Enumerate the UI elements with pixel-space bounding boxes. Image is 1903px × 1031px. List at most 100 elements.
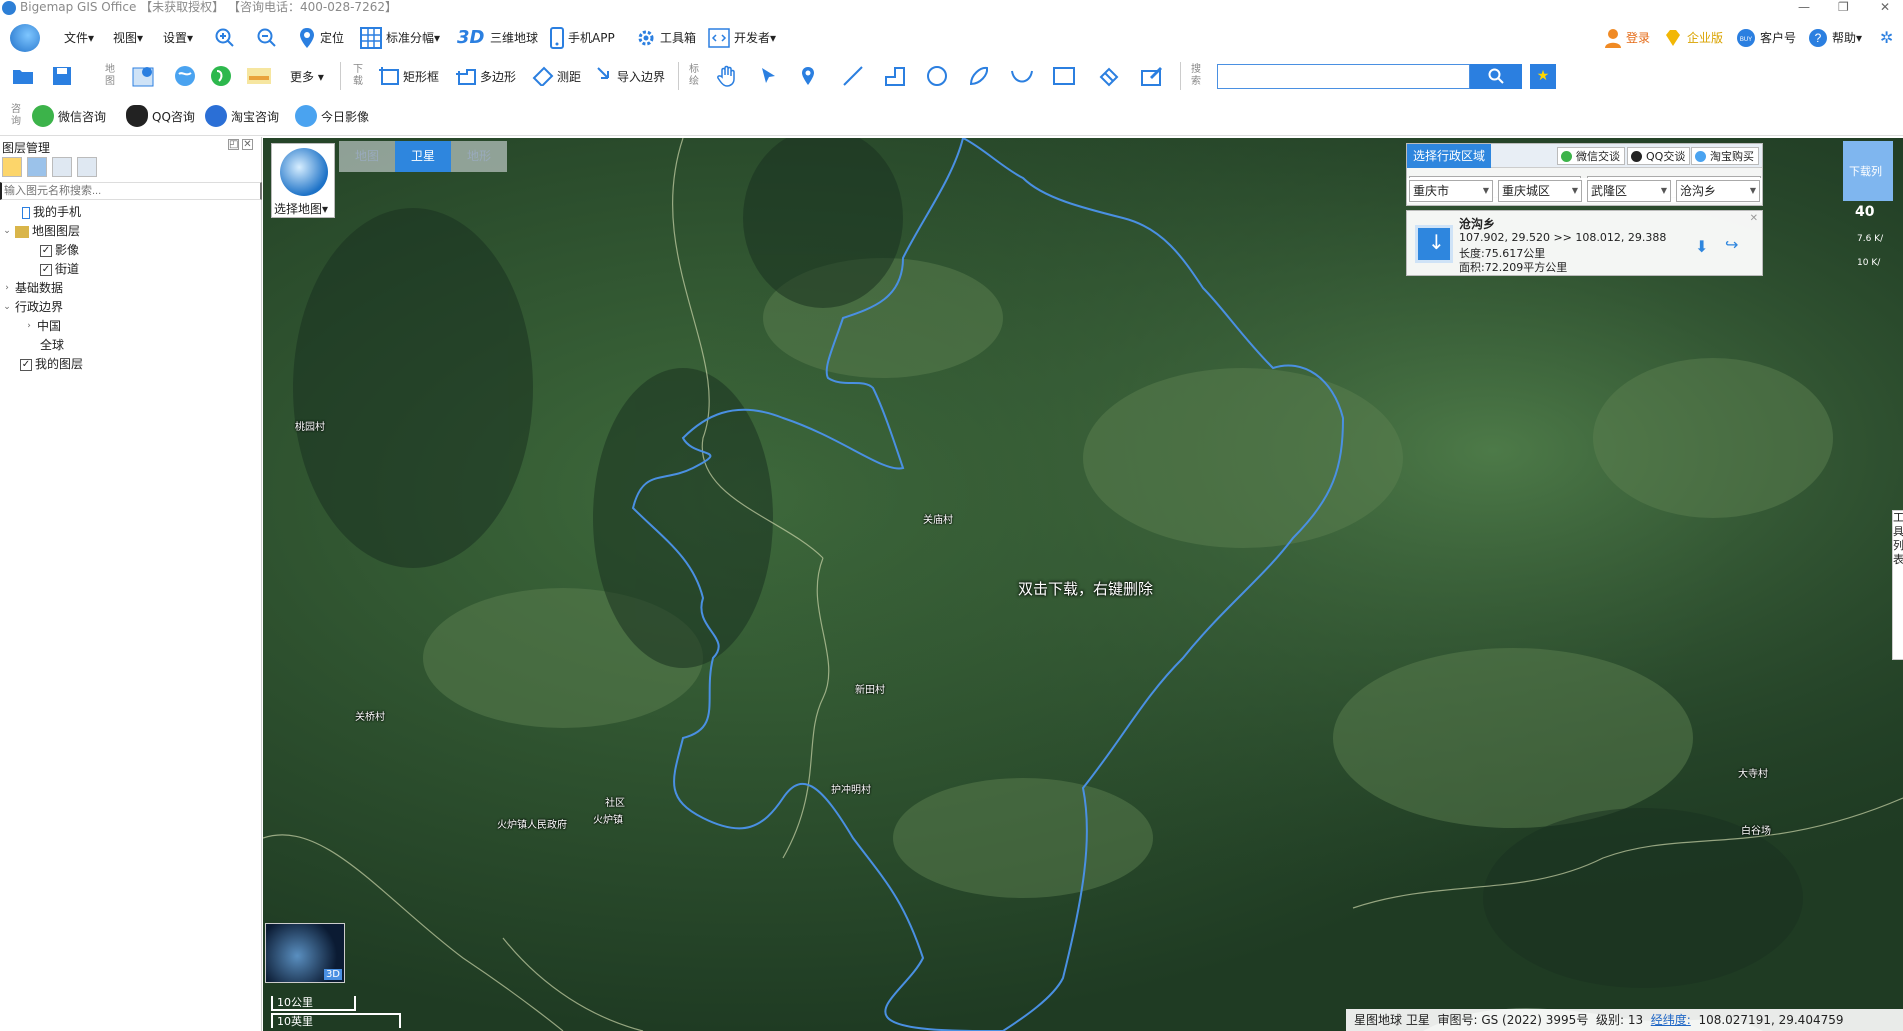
standard-sheet-button[interactable]: 标准分幅▾ (360, 27, 440, 49)
enterprise-button[interactable]: 企业版 (1663, 28, 1723, 48)
tab-map[interactable]: 地图 (339, 141, 395, 172)
taobao-consult-button[interactable]: 淘宝咨询 (205, 104, 279, 128)
rect-download-button[interactable]: 矩形框 (378, 64, 439, 88)
menu-view[interactable]: 视图▾ (113, 28, 143, 48)
layer-settings-icon[interactable] (52, 157, 72, 177)
layer-search-icon[interactable] (77, 157, 97, 177)
help-menu[interactable]: ? 帮助▾ (1808, 28, 1862, 48)
bigemap-logo[interactable] (10, 24, 40, 52)
login-button[interactable]: 登录 (1604, 28, 1650, 48)
download-arrow-icon[interactable]: ⬇ (1695, 237, 1708, 256)
eraser-tool[interactable] (1098, 64, 1120, 88)
close-icon[interactable]: ✕ (1750, 213, 1758, 224)
tree-node-map-layers[interactable]: ⌄ 地图图层 (0, 222, 260, 241)
rectangle-tool[interactable] (1052, 64, 1076, 88)
select-tool[interactable] (758, 64, 778, 88)
3d-earth-button[interactable]: 三维地球 (490, 28, 538, 48)
circle-tool[interactable] (926, 64, 948, 88)
settings-gear-icon[interactable]: ✲ (1880, 28, 1893, 48)
globe-button[interactable] (174, 64, 196, 88)
locate-button[interactable]: 定位 (298, 28, 344, 48)
location-pin-icon (300, 28, 314, 48)
today-imagery-button[interactable]: 今日影像 (295, 104, 369, 128)
save-layer-icon[interactable] (27, 157, 47, 177)
status-latlon-label[interactable]: 经纬度: (1651, 1013, 1691, 1027)
tile-source-button[interactable] (246, 64, 272, 88)
group-label-draw: 标 绘 (689, 64, 699, 87)
tool-list-tab[interactable]: 工 具 列 表 (1892, 510, 1903, 660)
phone-small-icon (22, 206, 30, 219)
open-folder-button[interactable] (12, 64, 34, 88)
expand-arrow-icon[interactable]: ⌄ (2, 222, 12, 241)
polygon-download-button[interactable]: 多边形 (455, 64, 516, 88)
search-button[interactable] (1470, 64, 1522, 89)
polyline-tool[interactable] (884, 64, 906, 88)
tab-satellite[interactable]: 卫星 (395, 141, 451, 172)
curve-tool[interactable] (1010, 64, 1034, 88)
toolbox-button[interactable]: 工具箱 (636, 28, 696, 48)
wechat-consult-button[interactable]: 微信咨询 (32, 104, 106, 128)
more-button[interactable]: 更多 ▾ (290, 64, 324, 88)
pan-tool[interactable] (716, 64, 738, 88)
menu-settings[interactable]: 设置▾ (163, 28, 193, 48)
tree-node-basic-data[interactable]: › 基础数据 (0, 279, 260, 298)
panel-float-icon[interactable]: ◰ (228, 139, 239, 150)
city-select[interactable]: 重庆城区 ▼ (1498, 180, 1582, 202)
search-input[interactable] (1217, 64, 1470, 89)
qq-chat-button[interactable]: QQ交谈 (1627, 147, 1691, 165)
import-boundary-button[interactable]: 导入边界 (594, 64, 665, 88)
map-source-button[interactable] (132, 64, 156, 88)
3d-badge[interactable]: 3D (457, 28, 484, 48)
tree-node-imagery[interactable]: ✓ 影像 (0, 241, 260, 260)
tab-terrain[interactable]: 地形 (451, 141, 507, 172)
group-label-consult: 咨 询 (11, 104, 21, 127)
town-select[interactable]: 沧沟乡 ▼ (1676, 180, 1760, 202)
maximize-button[interactable]: ❐ (1838, 0, 1849, 14)
code-icon (708, 28, 730, 48)
overview-globe[interactable]: 3D (265, 923, 345, 983)
layer-search-input[interactable] (0, 182, 262, 200)
wechat-chat-button[interactable]: 微信交谈 (1557, 147, 1625, 165)
panel-close-icon[interactable]: ✕ (242, 139, 253, 150)
tree-node-admin-boundary[interactable]: ⌄ 行政边界 (0, 298, 260, 317)
save-button[interactable] (52, 64, 72, 88)
tree-node-my-phone[interactable]: 我的手机 (0, 203, 260, 222)
map-view[interactable]: 选择地图▾ 地图 卫星 地形 桃园村 关庙村 新田村 关桥村 护冲明村 火炉镇人… (263, 138, 1903, 1031)
measure-button[interactable]: 测距 (532, 64, 581, 88)
zoom-in-button[interactable] (214, 28, 236, 48)
mobile-app-button[interactable]: 手机APP (550, 27, 615, 49)
my-layers-checkbox[interactable]: ✓ (20, 358, 32, 371)
expand-arrow-icon[interactable]: ⌄ (2, 298, 12, 317)
tree-node-streets[interactable]: ✓ 街道 (0, 260, 260, 279)
tree-node-global[interactable]: 全球 (0, 336, 260, 355)
taobao-buy-button[interactable]: 淘宝购买 (1691, 147, 1759, 165)
tree-node-my-layers[interactable]: ✓ 我的图层 (0, 355, 260, 374)
expand-arrow-icon[interactable]: › (24, 317, 34, 336)
customer-id-button[interactable]: BUY 客户号 (1736, 28, 1796, 48)
imagery-checkbox[interactable]: ✓ (40, 244, 52, 257)
choose-map-button[interactable]: 选择地图▾ (271, 143, 335, 218)
district-select[interactable]: 武隆区 ▼ (1587, 180, 1671, 202)
share-arrow-icon[interactable]: ↪ (1725, 235, 1738, 254)
developer-menu[interactable]: 开发者▾ (708, 28, 776, 48)
favorite-star-button[interactable]: ★ (1530, 64, 1556, 89)
green-map-button[interactable] (210, 64, 232, 88)
streets-checkbox[interactable]: ✓ (40, 263, 52, 276)
minimize-button[interactable]: — (1798, 0, 1810, 14)
open-layer-icon[interactable] (2, 157, 22, 177)
freehand-tool[interactable] (968, 64, 990, 88)
overview-3d-badge[interactable]: 3D (323, 969, 342, 980)
download-region-icon[interactable] (1415, 225, 1453, 263)
expand-arrow-icon[interactable]: › (2, 279, 12, 298)
menu-file[interactable]: 文件▾ (64, 28, 94, 48)
line-tool[interactable] (842, 64, 864, 88)
zoom-out-button[interactable] (256, 28, 278, 48)
close-button[interactable]: ✕ (1880, 0, 1890, 14)
download-list-button[interactable]: 下载列 (1843, 141, 1893, 201)
tree-node-china[interactable]: › 中国 (0, 317, 260, 336)
marker-tool[interactable] (800, 64, 816, 88)
group-label-download: 下 载 (353, 64, 363, 87)
qq-consult-button[interactable]: QQ咨询 (126, 104, 195, 128)
province-select[interactable]: 重庆市 ▼ (1409, 180, 1493, 202)
layer-edit-tool[interactable] (1140, 64, 1164, 88)
